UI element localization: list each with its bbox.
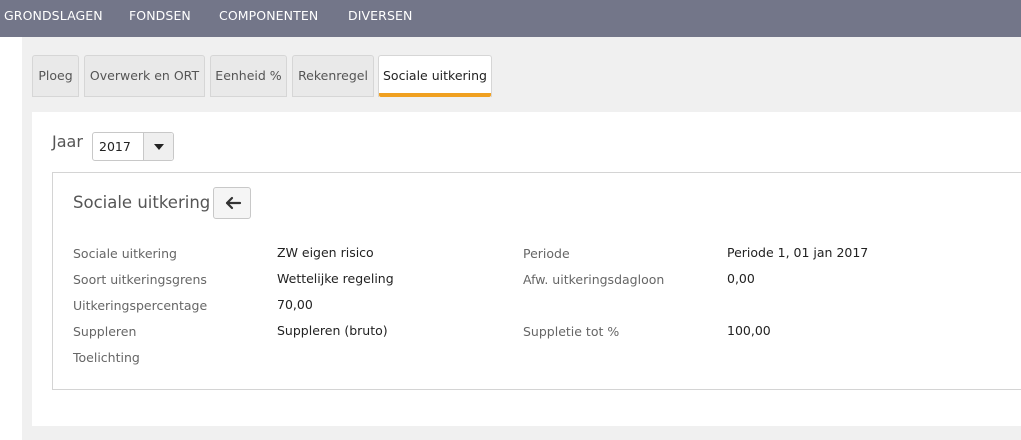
field-value-soort-uitkeringsgrens: Wettelijke regeling	[277, 271, 394, 286]
field-label-suppleren: Suppleren	[73, 324, 137, 339]
jaar-select[interactable]: 2017	[92, 132, 174, 161]
back-button[interactable]	[213, 187, 251, 219]
field-label-soort-uitkeringsgrens: Soort uitkeringsgrens	[73, 272, 207, 287]
jaar-label: Jaar	[52, 132, 83, 151]
field-label-toelichting: Toelichting	[73, 350, 140, 365]
field-value-suppletie-tot: 100,00	[727, 323, 771, 338]
tab-eenheid[interactable]: Eenheid %	[210, 55, 287, 97]
field-label-periode: Periode	[523, 246, 570, 261]
jaar-select-toggle[interactable]	[143, 133, 173, 160]
field-value-afw-uitkeringsdagloon: 0,00	[727, 271, 755, 286]
field-label-uitkeringspercentage: Uitkeringspercentage	[73, 298, 208, 313]
nav-item-componenten[interactable]: COMPONENTEN	[219, 0, 318, 37]
nav-item-diversen[interactable]: DIVERSEN	[348, 0, 412, 37]
tab-sociale-uitkering[interactable]: Sociale uitkering	[378, 55, 492, 97]
top-navigation: GRONDSLAGEN FONDSEN COMPONENTEN DIVERSEN	[0, 0, 1021, 37]
tab-overwerk-en-ort[interactable]: Overwerk en ORT	[84, 55, 205, 97]
card-title: Sociale uitkering	[73, 193, 211, 212]
field-value-sociale-uitkering: ZW eigen risico	[277, 245, 374, 260]
caret-down-icon	[154, 144, 164, 150]
field-label-suppletie-tot: Suppletie tot %	[523, 324, 620, 339]
tab-rekenregel[interactable]: Rekenregel	[292, 55, 374, 97]
field-value-uitkeringspercentage: 70,00	[277, 297, 313, 312]
tab-sociale-uitkering-label: Sociale uitkering	[383, 68, 487, 83]
active-tab-indicator	[379, 93, 491, 97]
left-strip	[0, 37, 22, 440]
nav-item-fondsen[interactable]: FONDSEN	[129, 0, 191, 37]
arrow-left-icon	[225, 196, 242, 210]
field-value-suppleren: Suppleren (bruto)	[277, 323, 388, 338]
field-value-periode: Periode 1, 01 jan 2017	[727, 245, 869, 260]
tab-ploeg[interactable]: Ploeg	[32, 55, 79, 97]
nav-item-grondslagen[interactable]: GRONDSLAGEN	[4, 0, 103, 37]
field-label-afw-uitkeringsdagloon: Afw. uitkeringsdagloon	[523, 272, 665, 287]
field-label-sociale-uitkering: Sociale uitkering	[73, 246, 177, 261]
jaar-select-value: 2017	[99, 139, 131, 154]
